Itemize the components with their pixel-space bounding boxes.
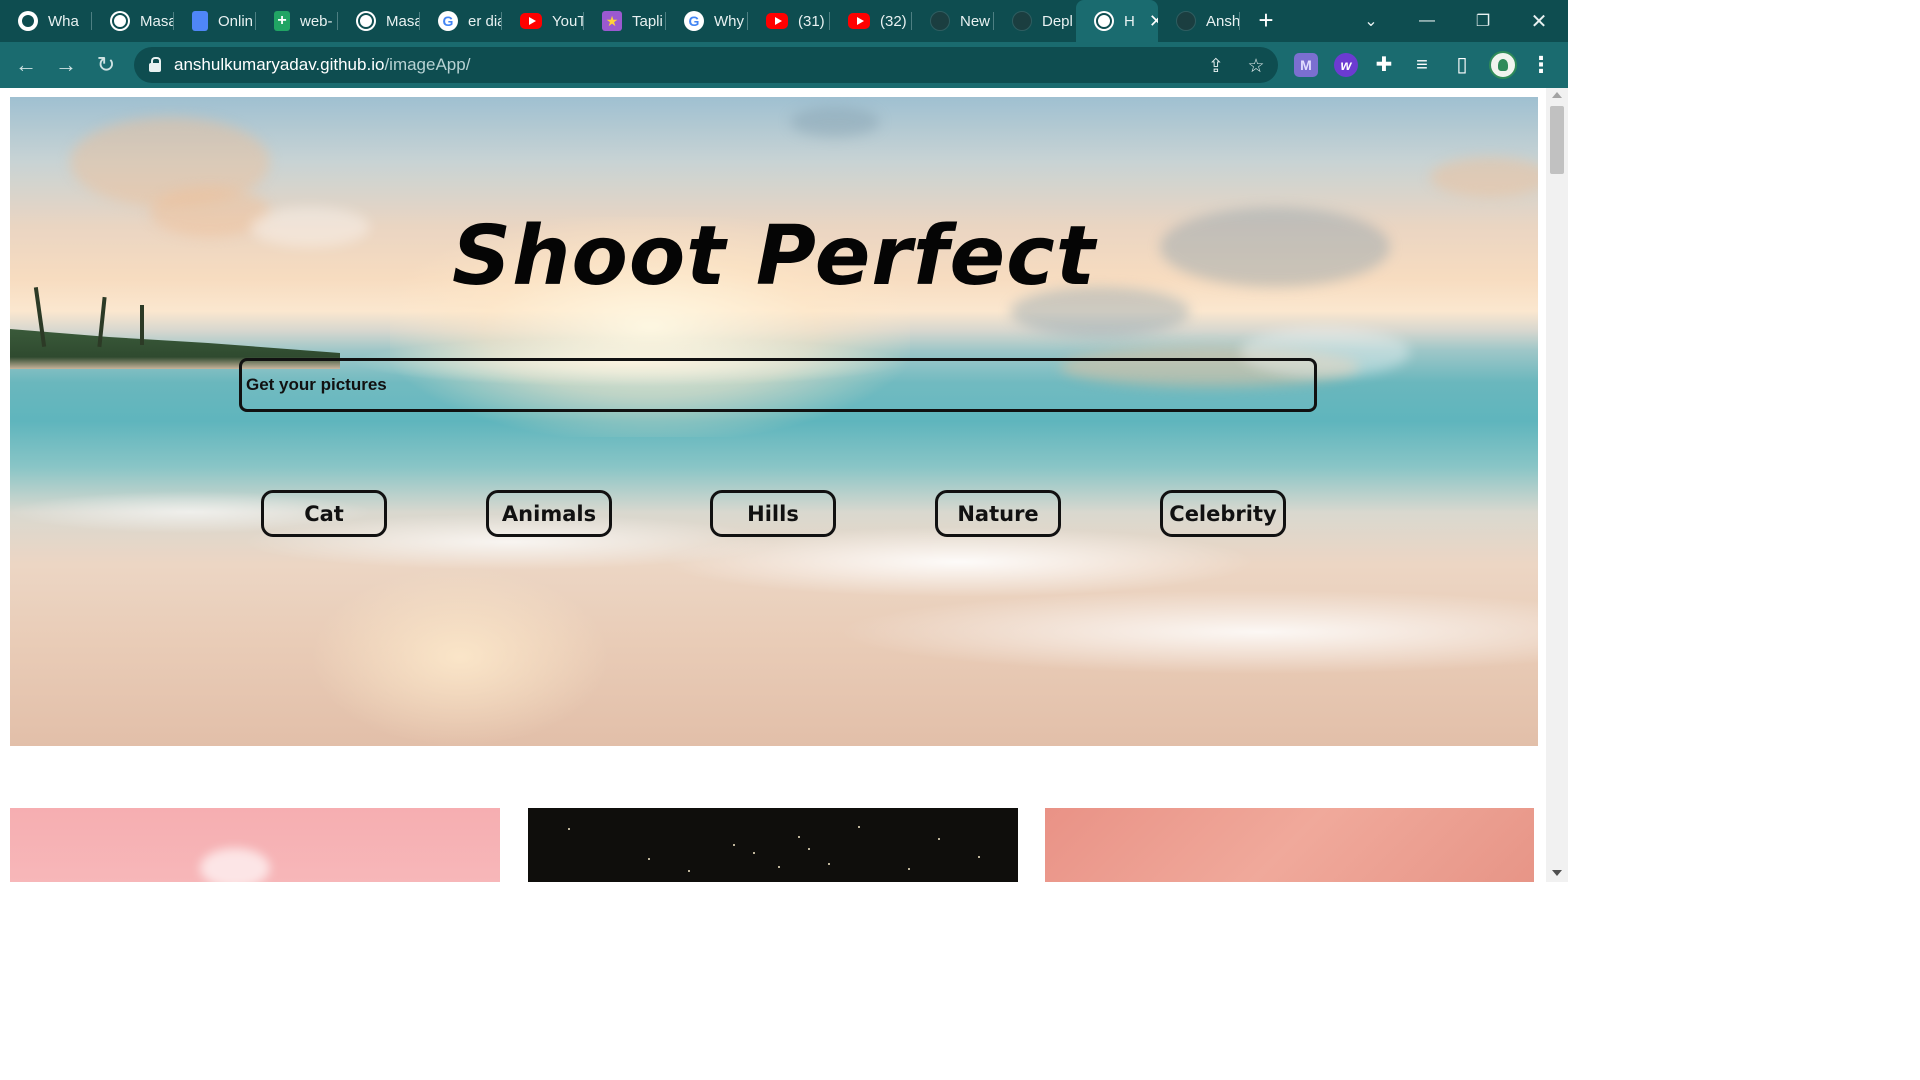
tab-whatsapp[interactable]: Wha [0, 0, 92, 42]
tab-title: New [960, 12, 991, 30]
extension-m-icon[interactable]: M [1294, 53, 1318, 77]
media-controls-icon[interactable]: ≡ [1410, 53, 1434, 77]
search-input[interactable] [239, 358, 1317, 412]
tab-title: Masa [140, 12, 174, 30]
globe-icon [356, 11, 376, 31]
new-tab-button[interactable]: + [1253, 7, 1279, 33]
youtube-icon [848, 13, 870, 29]
side-panel-icon[interactable]: ▯ [1450, 53, 1474, 77]
tab-title: (32) I [880, 12, 912, 30]
tab-title: Wha [48, 12, 79, 30]
hero-banner: Shoot Perfect Cat Animals Hills Nature C… [10, 97, 1538, 746]
google-icon: G [684, 11, 704, 31]
tab-title: H [1124, 12, 1135, 30]
page-title: Shoot Perfect [452, 209, 1096, 304]
tab-title: Masa [386, 12, 420, 30]
google-icon: G [438, 11, 458, 31]
category-button-cat[interactable]: Cat [261, 490, 387, 537]
github-icon [1012, 11, 1032, 31]
tab-title: er dia [468, 12, 502, 30]
tab-title: YouT [552, 12, 584, 30]
url-host: anshulkumaryadav.github.io [174, 55, 385, 74]
tab-title: Depl [1042, 12, 1073, 30]
tab-youtube-31[interactable]: (31) S [748, 0, 830, 42]
close-tab-icon[interactable]: ✕ [1149, 11, 1158, 32]
category-button-animals[interactable]: Animals [486, 490, 612, 537]
google-docs-icon [192, 11, 208, 31]
gallery-image-2[interactable] [528, 808, 1018, 882]
category-button-celebrity[interactable]: Celebrity [1160, 490, 1286, 537]
tab-youtube-32[interactable]: (32) I [830, 0, 912, 42]
profile-avatar[interactable] [1489, 51, 1517, 79]
page-viewport: Shoot Perfect Cat Animals Hills Nature C… [0, 88, 1568, 882]
close-window-icon[interactable]: ✕ [1511, 0, 1567, 42]
tab-title: Onlin [218, 12, 254, 30]
tab-why[interactable]: G Why [666, 0, 748, 42]
google-sheets-icon: + [274, 11, 290, 31]
share-icon[interactable]: ⇪ [1204, 55, 1228, 79]
scroll-thumb[interactable] [1550, 106, 1564, 174]
reload-icon[interactable]: ↻ [92, 51, 120, 79]
tab-web-sheet[interactable]: + web- [256, 0, 338, 42]
bookmark-star-icon[interactable]: ☆ [1244, 55, 1268, 79]
globe-icon [1094, 11, 1114, 31]
tab-masai-2[interactable]: Masa [338, 0, 420, 42]
scroll-up-arrow-icon[interactable] [1552, 92, 1562, 98]
tab-tapli[interactable]: ★ Tapli [584, 0, 666, 42]
page-scrollbar[interactable] [1546, 88, 1568, 882]
gallery-image-3[interactable] [1045, 808, 1534, 882]
whatsapp-icon [18, 11, 38, 31]
tab-title: web- [300, 12, 333, 30]
minimize-icon[interactable]: — [1399, 0, 1455, 42]
tab-youtube-1[interactable]: YouT [502, 0, 584, 42]
tab-online-doc[interactable]: Onlin [174, 0, 256, 42]
star-app-icon: ★ [602, 11, 622, 31]
scroll-down-arrow-icon[interactable] [1552, 870, 1562, 876]
tab-er-diagram[interactable]: G er dia [420, 0, 502, 42]
tab-github-ansh[interactable]: Ansh [1158, 0, 1240, 42]
extension-w-icon[interactable]: w [1334, 53, 1358, 77]
globe-icon [110, 11, 130, 31]
lock-icon[interactable] [148, 57, 162, 73]
browser-menu-icon[interactable]: ⋮ [1530, 51, 1552, 79]
forward-arrow-icon[interactable]: → [52, 51, 80, 79]
tab-title: Ansh [1206, 12, 1240, 30]
tab-active-imageapp[interactable]: H ✕ [1076, 0, 1158, 42]
tab-title: Why [714, 12, 744, 30]
browser-tab-strip: Wha Masa Onlin + web- Masa G er dia YouT… [0, 0, 1568, 42]
url-path: /imageApp/ [384, 55, 471, 74]
tab-title: Tapli [632, 12, 663, 30]
github-icon [1176, 11, 1196, 31]
tab-masai-1[interactable]: Masa [92, 0, 174, 42]
tab-search-icon[interactable]: ⌄ [1343, 0, 1399, 42]
browser-toolbar: ← → ↻ anshulkumaryadav.github.io/imageAp… [0, 42, 1568, 88]
github-icon [930, 11, 950, 31]
restore-icon[interactable]: ❐ [1455, 0, 1511, 42]
tab-github-deploy[interactable]: Depl [994, 0, 1076, 42]
youtube-icon [766, 13, 788, 29]
tab-github-new[interactable]: New [912, 0, 994, 42]
gallery-image-1[interactable] [10, 808, 500, 882]
category-button-hills[interactable]: Hills [710, 490, 836, 537]
back-arrow-icon[interactable]: ← [12, 51, 40, 79]
extensions-puzzle-icon[interactable]: ✚ [1372, 53, 1396, 77]
youtube-icon [520, 13, 542, 29]
category-button-nature[interactable]: Nature [935, 490, 1061, 537]
address-bar[interactable]: anshulkumaryadav.github.io/imageApp/ ⇪ ☆ [134, 47, 1278, 83]
tab-title: (31) S [798, 12, 830, 30]
